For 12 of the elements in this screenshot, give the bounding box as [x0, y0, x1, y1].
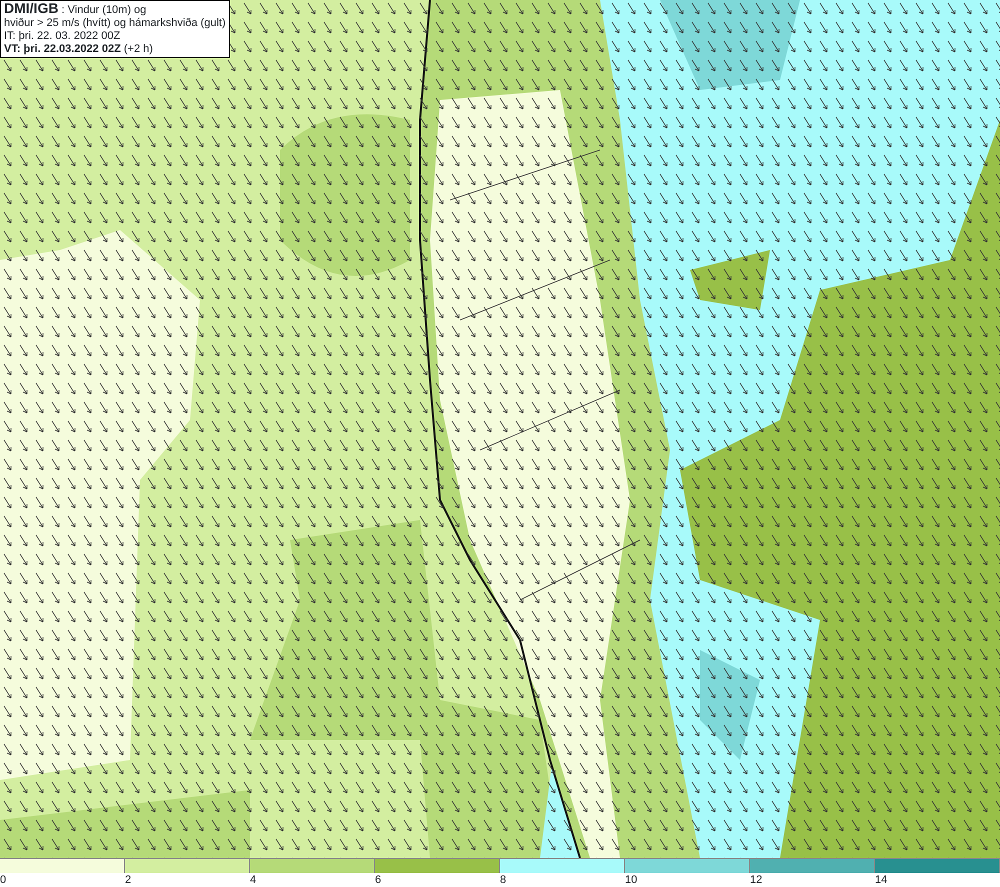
legend-label: 4 — [250, 874, 256, 886]
info-text: DMI/IGB : Vindur (10m) og — [4, 2, 148, 17]
legend-label: 2 — [125, 874, 132, 886]
info-text: hviður > 25 m/s (hvítt) og hámarkshviða (gult) — [4, 17, 226, 30]
legend-label: 0 — [0, 874, 6, 886]
legend-label: 6 — [375, 874, 382, 886]
legend-label: 12 — [750, 874, 762, 886]
legend-label: 10 — [625, 874, 638, 886]
legend-label: 8 — [500, 874, 506, 886]
legend-label: 14 — [875, 874, 888, 886]
info-text: VT: þri. 22.03.2022 02Z (+2 h) — [4, 43, 154, 56]
info-text: IT: þri. 22. 03. 2022 00Z — [4, 30, 122, 43]
